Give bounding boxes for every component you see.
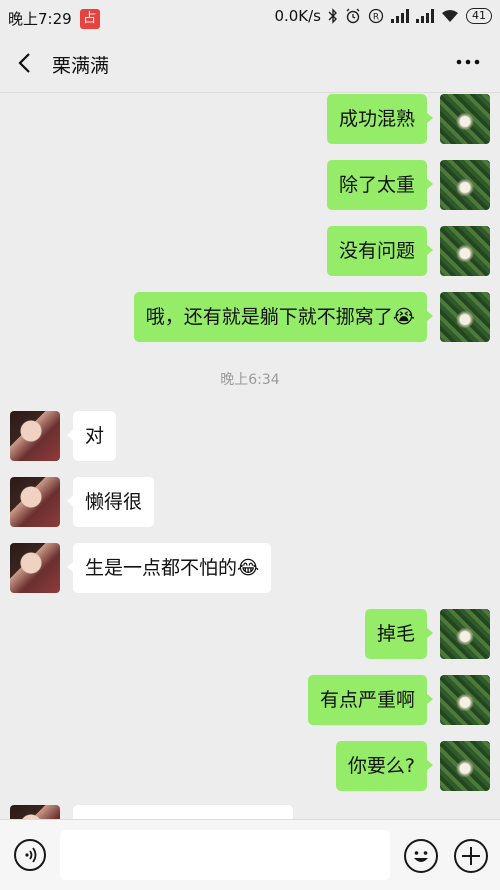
message-bubble-incoming[interactable]: 懒得很	[66, 477, 155, 527]
contact-avatar[interactable]	[10, 411, 60, 461]
wifi-icon	[442, 10, 458, 22]
my-avatar[interactable]	[440, 160, 490, 210]
alarm-icon	[346, 8, 360, 24]
network-speed: 0.0K/s	[274, 7, 321, 25]
message-bubble-outgoing[interactable]: 成功混熟	[326, 94, 434, 144]
signal-icon	[391, 9, 409, 23]
message-input[interactable]	[60, 830, 390, 880]
chat-title: 栗满满	[52, 55, 110, 77]
my-avatar[interactable]	[440, 226, 490, 276]
message-bubble-outgoing[interactable]: 哦，还有就是躺下就不挪窝了😭	[133, 292, 434, 342]
message-bubble-outgoing[interactable]: 有点严重啊	[307, 675, 434, 725]
voice-icon	[25, 847, 37, 863]
contact-avatar[interactable]	[10, 477, 60, 527]
message-bubble-outgoing[interactable]: 没有问题	[326, 226, 434, 276]
svg-text:R: R	[373, 13, 379, 23]
message-bubble-outgoing[interactable]: 掉毛	[364, 609, 434, 659]
bluetooth-icon	[328, 8, 337, 24]
message-bubble-outgoing[interactable]: 你要么?	[335, 741, 434, 791]
signal-icon-2	[416, 9, 434, 23]
chat-header: 栗满满	[0, 34, 500, 93]
status-bar: 晚上7:29 占 0.0K/s R 41	[0, 0, 500, 34]
battery-indicator: 41	[466, 8, 492, 24]
my-avatar[interactable]	[440, 741, 490, 791]
message-list[interactable]: 成功混熟 除了太重 没有问题 哦，还有就是躺下就不挪窝了😭 晚上6:34 对 懒…	[0, 92, 500, 819]
back-arrow-icon[interactable]	[14, 51, 38, 75]
message-bubble-outgoing[interactable]: 除了太重	[326, 160, 434, 210]
message-timestamp: 晚上6:34	[220, 372, 280, 388]
input-bar	[0, 819, 500, 890]
message-bubble-incoming[interactable]: 对	[66, 411, 117, 461]
my-avatar[interactable]	[440, 675, 490, 725]
voice-input-button[interactable]	[14, 839, 46, 871]
more-options-icon[interactable]	[454, 52, 482, 72]
app-notification-icon: 占	[79, 8, 100, 29]
status-time: 晚上7:29	[8, 10, 72, 28]
my-avatar[interactable]	[440, 609, 490, 659]
contact-avatar[interactable]	[10, 543, 60, 593]
registered-icon: R	[368, 8, 384, 24]
message-bubble-incoming[interactable]: 生是一点都不怕的😂	[66, 543, 272, 593]
my-avatar[interactable]	[440, 292, 490, 342]
contact-avatar[interactable]	[10, 805, 60, 819]
emoji-button[interactable]	[404, 839, 438, 873]
my-avatar[interactable]	[440, 94, 490, 144]
message-bubble-incoming[interactable]	[73, 805, 293, 819]
smiley-icon	[414, 851, 428, 862]
plus-icon	[462, 847, 480, 865]
more-functions-button[interactable]	[454, 839, 488, 873]
